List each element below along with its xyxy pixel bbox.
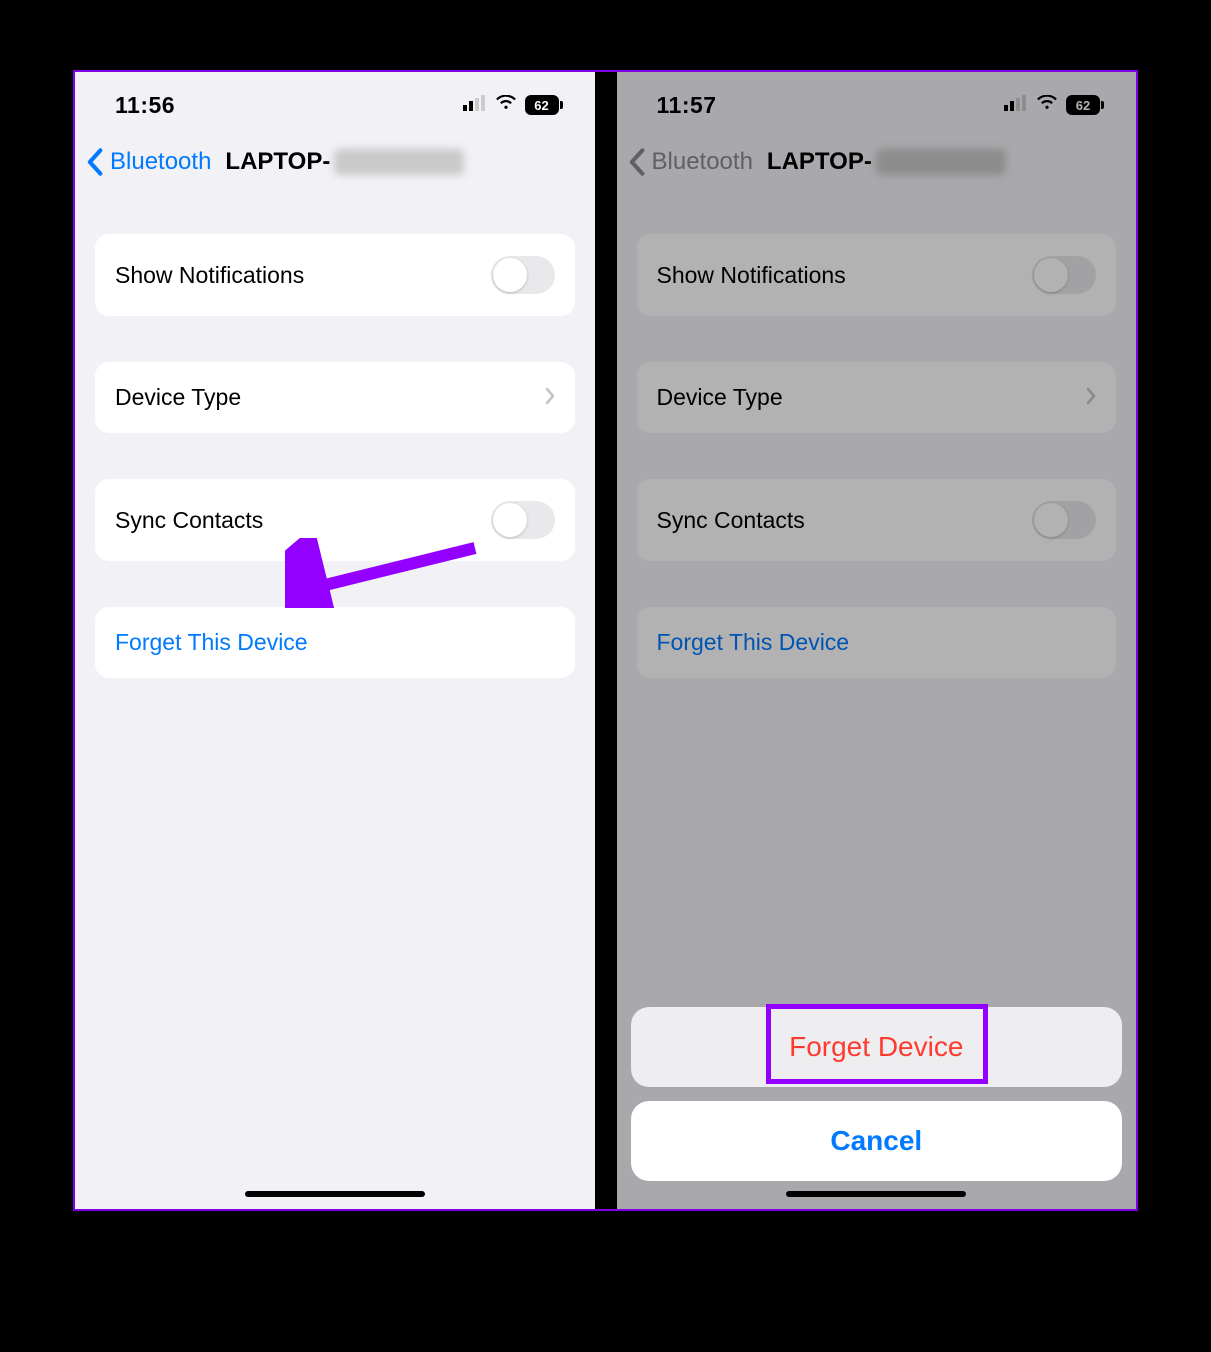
title-redacted [334, 149, 464, 175]
forget-this-device-button[interactable]: Forget This Device [95, 607, 575, 678]
notifications-group: Show Notifications [95, 234, 575, 316]
chevron-right-icon [545, 384, 555, 411]
sync-contacts-row[interactable]: Sync Contacts [95, 479, 575, 561]
row-label: Sync Contacts [115, 507, 263, 534]
sync-contacts-toggle[interactable] [491, 501, 555, 539]
back-button[interactable]: Bluetooth [110, 148, 211, 176]
forget-device-button[interactable]: Forget Device [631, 1007, 1123, 1087]
page-title: LAPTOP- [225, 148, 464, 176]
cellular-icon [463, 95, 487, 116]
battery-icon: 62 [525, 95, 563, 115]
button-label: Cancel [830, 1125, 922, 1156]
status-icons: 62 [463, 95, 563, 116]
status-time: 11:56 [115, 92, 175, 119]
wifi-icon [495, 95, 517, 116]
composite-screenshot: 11:56 62 Bluetooth LAPTOP- [73, 70, 1138, 1211]
right-phone-frame: 11:57 62 Bluetooth LAPTOP- [617, 72, 1137, 1209]
show-notifications-toggle[interactable] [491, 256, 555, 294]
nav-bar: Bluetooth LAPTOP- [75, 126, 595, 198]
show-notifications-row[interactable]: Show Notifications [95, 234, 575, 316]
row-label: Show Notifications [115, 262, 304, 289]
status-bar: 11:56 62 [75, 72, 595, 126]
left-phone-frame: 11:56 62 Bluetooth LAPTOP- [75, 72, 595, 1209]
forget-group: Forget This Device [95, 607, 575, 678]
cancel-button[interactable]: Cancel [631, 1101, 1123, 1181]
sync-contacts-group: Sync Contacts [95, 479, 575, 561]
divider [595, 72, 617, 1209]
row-label: Device Type [115, 384, 241, 411]
action-sheet: Forget Device Cancel [631, 1007, 1123, 1181]
home-indicator[interactable] [245, 1191, 425, 1197]
device-type-group: Device Type [95, 362, 575, 433]
back-chevron-icon[interactable] [85, 148, 104, 176]
device-type-row[interactable]: Device Type [95, 362, 575, 433]
row-label: Forget This Device [115, 629, 308, 656]
button-label: Forget Device [789, 1031, 963, 1062]
title-prefix: LAPTOP- [225, 148, 330, 176]
home-indicator[interactable] [786, 1191, 966, 1197]
